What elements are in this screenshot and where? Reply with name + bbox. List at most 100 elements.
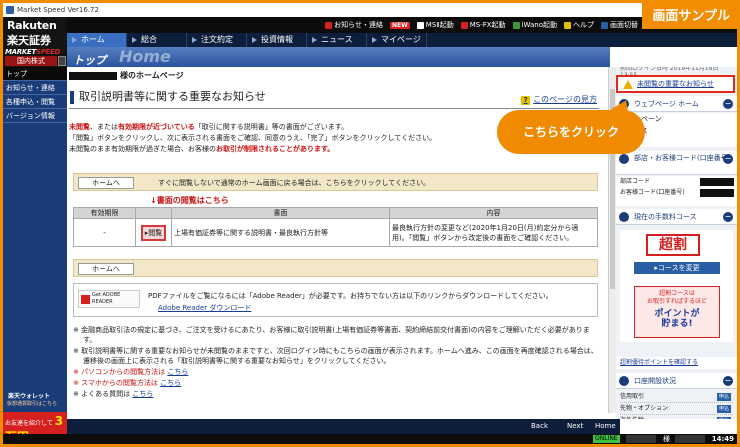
status-sama: 様: [663, 435, 670, 443]
fee-course-section[interactable]: 現在の手数料コース −: [616, 209, 737, 225]
left-nav-item-3[interactable]: バージョン情報: [3, 109, 67, 123]
points-link[interactable]: 超割優待ポイントを確認する: [616, 357, 737, 369]
left-nav-item-1[interactable]: お知らせ・連絡: [3, 81, 67, 95]
account-status-list: 信用取引申込先物・オプション申込海外先物申込: [620, 391, 733, 419]
logo-speed: SPEED: [35, 48, 61, 56]
note-link[interactable]: こちら: [132, 390, 153, 398]
unread-notice-link[interactable]: 未閲覧の重要なお知らせ: [616, 75, 735, 93]
account-status-icon: [619, 376, 629, 386]
menu-item-6[interactable]: 画面切替: [601, 20, 638, 30]
adobe-box: Get ADOBE READER PDFファイルをご覧になるには「Adobe R…: [73, 283, 598, 317]
online-indicator: ONLINE: [593, 435, 620, 443]
account-status-collapse-icon[interactable]: −: [723, 376, 733, 386]
mail-icon: [325, 21, 333, 29]
apply-button[interactable]: 申込: [716, 393, 731, 401]
note-item: ※ 金融商品取引法の規定に基づき、ご注文を受けるにあたり、お客様に取引説明書(上…: [73, 325, 598, 345]
menu-item-2[interactable]: MSⅡ起動: [416, 20, 454, 30]
left-nav-item-2[interactable]: 各種申込・閲覧: [3, 95, 67, 109]
banner-title: トップ: [73, 54, 106, 67]
status-account-redacted: [675, 435, 705, 443]
account-suffix: 様のホームページ: [120, 71, 184, 80]
info-icon: [619, 154, 629, 164]
read-documents-note: ↓書面の閲覧はこちら: [150, 196, 229, 205]
menu-item-label: MSⅡ起動: [425, 21, 454, 29]
course-points1: ポイントが: [654, 309, 700, 319]
apply-button[interactable]: 申込: [716, 417, 731, 419]
home-button-top[interactable]: ホームへ: [78, 177, 134, 189]
branch-label: 部店・お客様コード(口座番号): [634, 154, 731, 162]
note-text: パソコンからの閲覧方法は: [81, 368, 166, 376]
status-time: 14:49: [711, 435, 734, 443]
adobe-text: PDFファイルをご覧になるには「Adobe Reader」が必要です。お持ちでな…: [148, 292, 553, 300]
branch-section[interactable]: 部店・お客様コード(口座番号) −: [616, 151, 737, 175]
customer-code-redacted: [700, 189, 734, 197]
tab-5[interactable]: マイページ: [367, 33, 427, 47]
home-nav-button[interactable]: Home: [595, 419, 616, 434]
page-title-text: 取引説明書等に関する重要なお知らせ: [79, 90, 266, 103]
intro-unread: 未閲覧: [69, 123, 90, 131]
market-selector[interactable]: 国内株式: [5, 56, 57, 66]
help-link[interactable]: ? このページの見方: [521, 92, 597, 108]
back-button[interactable]: Back: [531, 419, 548, 434]
account-greeting: 様のホームページ: [69, 70, 184, 81]
click-here-callout: こちらをクリック: [497, 110, 645, 154]
new-badge[interactable]: NEW: [390, 21, 410, 29]
menu-item-4[interactable]: iWano起動: [512, 20, 557, 30]
intro-or: 、または: [90, 123, 118, 131]
left-nav-item-0[interactable]: トップ: [3, 67, 67, 81]
app-icon: [6, 6, 14, 14]
col-content: 内容: [389, 207, 598, 219]
status-bar: ONLINE 様 14:49: [3, 434, 737, 444]
fee-course-box: 超割 ▸コースを変更 超割コースは お取引すればするほど ポイントが 貯まる!: [620, 230, 733, 342]
note-mark: ※: [73, 326, 79, 334]
note-link[interactable]: こちら: [167, 368, 188, 376]
note-link[interactable]: こちら: [160, 379, 181, 387]
tab-0[interactable]: ホーム: [67, 33, 127, 47]
brand-logo: Rakuten 楽天証券 MARKETSPEED 国内株式: [3, 17, 67, 67]
adobe-reader-logo[interactable]: Get ADOBE READER: [78, 290, 140, 308]
tab-3[interactable]: 投資情報: [247, 33, 307, 47]
unread-notice-text: 未閲覧の重要なお知らせ: [637, 80, 714, 88]
promo-banner[interactable]: 楽天ウォレット 仮想通貨取引はこちら お友達を紹介して 3万円: [3, 388, 67, 444]
branch-collapse-icon[interactable]: −: [723, 154, 733, 164]
fee-course-collapse-icon[interactable]: −: [723, 212, 733, 222]
account-status-section[interactable]: 口座開設状況 −: [616, 373, 737, 389]
market-selector-dropdown-icon[interactable]: [58, 56, 66, 66]
menu-item-label: ヘルプ: [573, 21, 594, 29]
tab-2[interactable]: 注文約定: [187, 33, 247, 47]
screen-icon: [601, 21, 608, 29]
change-course-button[interactable]: ▸コースを変更: [634, 262, 720, 274]
menu-item-3[interactable]: MS-FX起動: [460, 20, 506, 30]
logo-securities: 楽天証券: [7, 34, 51, 47]
note-item: ※ スマホからの閲覧方法は こちら: [73, 378, 598, 388]
bottom-nav: Back Next Home: [67, 419, 620, 434]
home-button-bottom[interactable]: ホームへ: [78, 263, 134, 275]
note-item: ※ 取引説明書等に関する重要なお知らせが未閲覧のままですと、次回ログイン時にもこ…: [73, 346, 598, 366]
web-home-label: ウェブページ ホーム: [634, 100, 699, 108]
adobe-download-link[interactable]: Adobe Reader ダウンロード: [158, 303, 251, 313]
course-points2: 貯まる!: [661, 319, 693, 329]
sample-label: 画面サンプル: [642, 0, 740, 29]
account-status-item: 先物・オプション 申込: [620, 403, 733, 415]
note-text: よくある質問は: [81, 390, 131, 398]
col-document: 書面: [171, 207, 390, 219]
help-link-text: このページの見方: [533, 95, 597, 104]
documents-table: 有効期限 書面 内容 - ▸閲覧 上場有価証券等に関する説明書・最良執行方針等 …: [73, 207, 598, 247]
note-item: ※ パソコンからの閲覧方法は こちら: [73, 367, 598, 377]
read-button[interactable]: ▸閲覧: [140, 224, 167, 241]
tab-4[interactable]: ニュース: [307, 33, 367, 47]
course-promo[interactable]: 超割コースは お取引すればするほど ポイントが 貯まる!: [634, 286, 720, 338]
menubar: お知らせ・連絡NEWMSⅡ起動MS-FX起動iWano起動ヘルプ画面切替環境設定…: [3, 17, 737, 33]
intro-line3: 未閲覧のまま有効期限が過ぎた場合、お客様の: [69, 145, 216, 153]
cell-action: ▸閲覧: [135, 218, 172, 247]
web-home-collapse-icon[interactable]: −: [723, 99, 733, 109]
window-titlebar: Market Speed Ver16.72: [3, 3, 737, 17]
menu-item-5[interactable]: ヘルプ: [564, 20, 594, 30]
account-name-redacted: [69, 71, 117, 80]
tab-1[interactable]: 総合: [127, 33, 187, 47]
cell-content: 最良執行方針の変更など(2020年1月20日(月)約定分から適用)。「閲覧」ボタ…: [389, 218, 598, 247]
menu-item-0[interactable]: お知らせ・連絡: [325, 20, 383, 30]
col-action: [135, 207, 172, 219]
next-button[interactable]: Next: [567, 419, 583, 434]
apply-button[interactable]: 申込: [716, 405, 731, 413]
